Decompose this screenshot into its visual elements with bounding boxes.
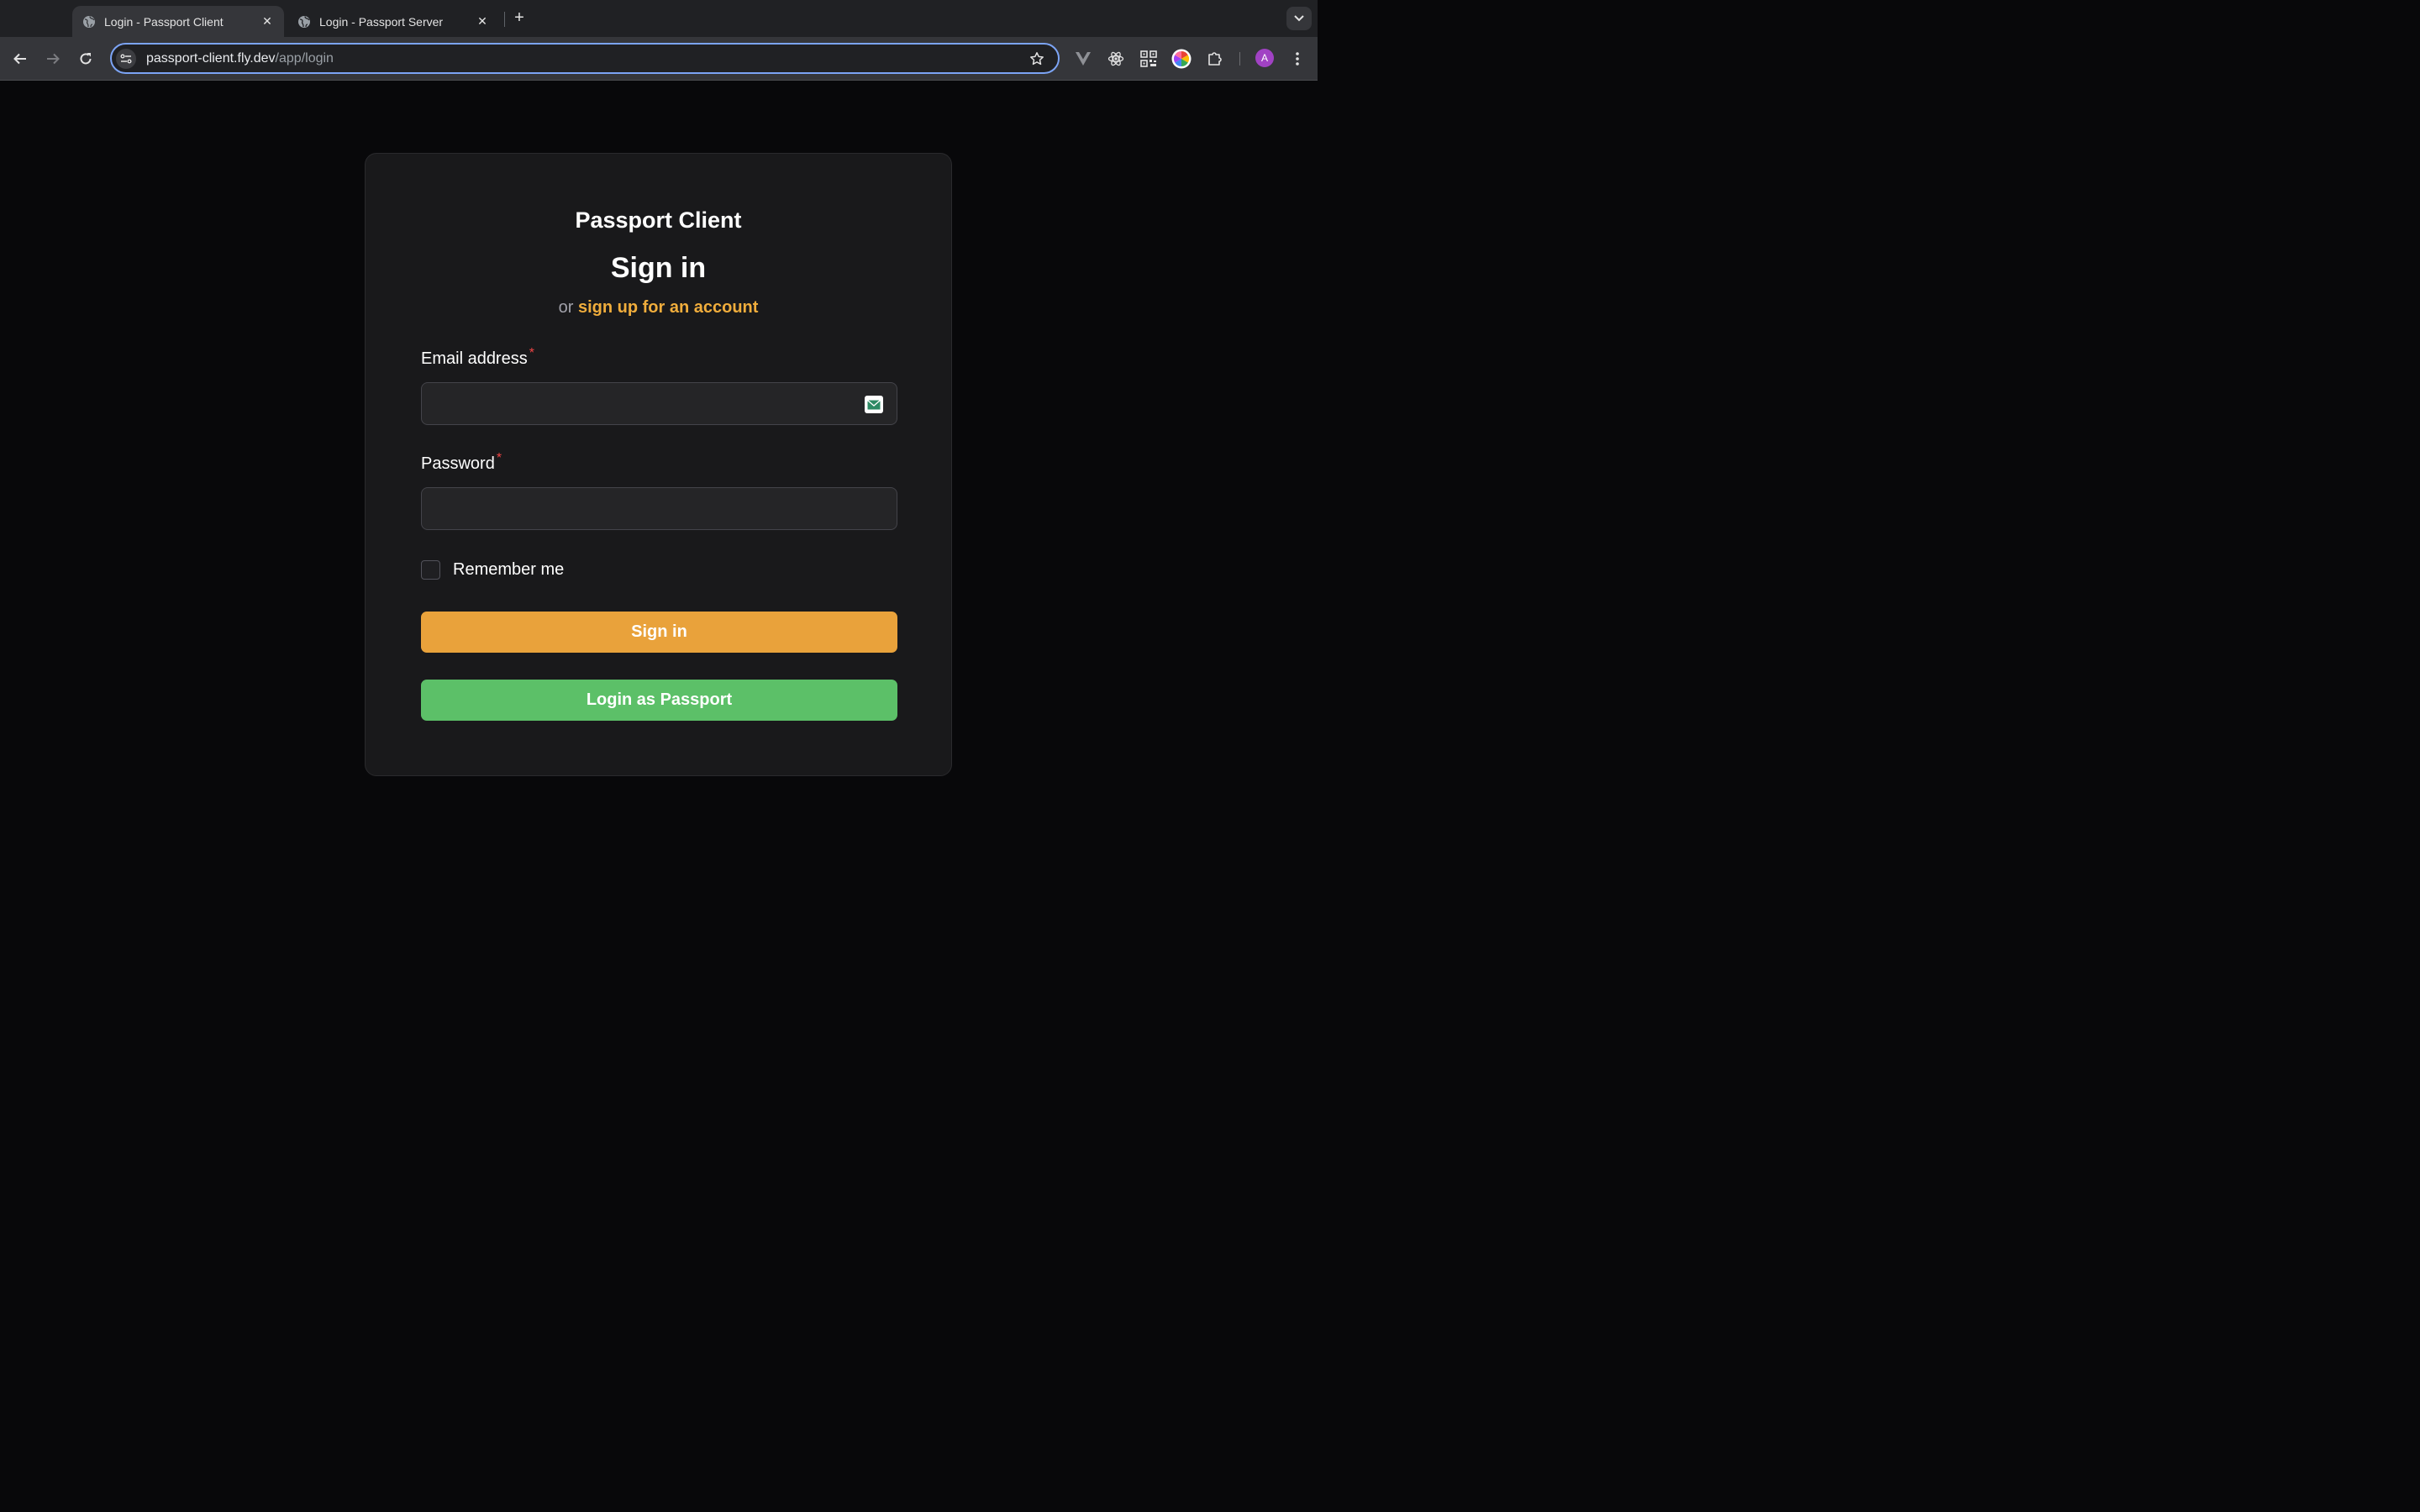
globe-icon <box>82 15 96 29</box>
address-bar[interactable]: passport-client.fly.dev/app/login <box>110 43 1060 74</box>
remember-me-checkbox[interactable] <box>421 560 440 580</box>
email-field[interactable] <box>422 383 897 424</box>
sign-in-button[interactable]: Sign in <box>421 612 897 653</box>
remember-me-label[interactable]: Remember me <box>453 560 564 580</box>
new-tab-button[interactable]: + <box>510 8 529 27</box>
signup-prompt: or sign up for an account <box>366 298 951 318</box>
close-tab-icon[interactable]: ✕ <box>476 14 489 29</box>
vue-devtools-icon[interactable] <box>1073 49 1093 69</box>
email-label-text: Email address <box>421 349 528 368</box>
react-devtools-icon[interactable] <box>1106 49 1126 69</box>
signup-link[interactable]: sign up for an account <box>578 298 758 317</box>
mail-autofill-icon[interactable] <box>865 396 883 413</box>
tab-passport-server[interactable]: Login - Passport Server ✕ <box>287 6 499 37</box>
tab-divider <box>504 12 505 27</box>
extensions-puzzle-icon[interactable] <box>1205 49 1225 69</box>
color-picker-icon[interactable] <box>1171 49 1192 69</box>
toolbar-divider <box>1239 52 1240 66</box>
forward-button[interactable] <box>41 47 65 71</box>
app-brand: Passport Client <box>575 207 742 233</box>
email-field-wrapper <box>421 382 897 425</box>
profile-avatar[interactable]: A <box>1255 49 1274 67</box>
page-title: Sign in <box>610 252 707 284</box>
required-marker: * <box>496 451 502 465</box>
arrow-left-icon <box>13 53 26 65</box>
chevron-down-icon <box>1294 15 1304 22</box>
globe-icon <box>297 15 311 29</box>
browser-tab-bar: Login - Passport Client ✕ Login - Passpo… <box>0 0 1318 37</box>
reload-icon <box>80 53 92 65</box>
more-menu-icon[interactable] <box>1287 49 1307 69</box>
password-label-text: Password <box>421 454 495 473</box>
qr-code-icon[interactable] <box>1139 49 1159 69</box>
site-info-icon[interactable] <box>116 48 136 69</box>
tab-search-button[interactable] <box>1286 7 1312 30</box>
required-marker: * <box>529 346 534 360</box>
back-button[interactable] <box>8 47 32 71</box>
tab-title: Login - Passport Server <box>319 14 444 29</box>
password-field-wrapper <box>421 487 897 530</box>
bookmark-star-icon[interactable] <box>1029 51 1044 66</box>
password-label: Password * <box>421 451 502 474</box>
signup-prompt-prefix: or <box>558 298 574 317</box>
email-label: Email address * <box>421 346 534 369</box>
reload-button[interactable] <box>74 47 97 71</box>
arrow-right-icon <box>47 53 60 65</box>
browser-toolbar: passport-client.fly.dev/app/login A <box>0 37 1318 81</box>
close-tab-icon[interactable]: ✕ <box>260 14 274 29</box>
login-card: Passport Client Sign in or sign up for a… <box>365 153 952 776</box>
password-field[interactable] <box>422 488 897 529</box>
url-text: passport-client.fly.dev/app/login <box>146 50 334 66</box>
tab-passport-client[interactable]: Login - Passport Client ✕ <box>72 6 284 37</box>
login-as-passport-button[interactable]: Login as Passport <box>421 680 897 721</box>
tab-title: Login - Passport Client <box>104 14 224 29</box>
